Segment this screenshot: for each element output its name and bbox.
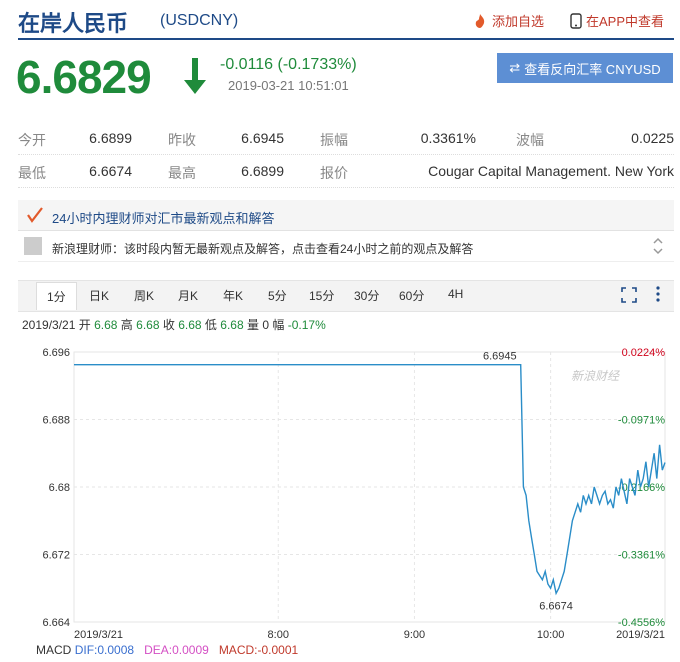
- ohlc-close-label: 收: [162, 318, 175, 332]
- ohlc-high-label: 高: [120, 318, 133, 332]
- amplitude-label: 振幅: [320, 132, 348, 148]
- high-annotation: 6.6945: [483, 351, 517, 363]
- stats-row: 最低 6.6674 最高 6.6899 报价 Cougar Capital Ma…: [18, 155, 674, 188]
- tab-4h[interactable]: 4H: [448, 287, 463, 301]
- wave-value: 0.0225: [631, 130, 674, 146]
- ohlc-close: 6.68: [178, 318, 202, 332]
- tab-1min[interactable]: 1分: [36, 282, 77, 310]
- flame-icon: [475, 13, 485, 28]
- macd-dea-label: DEA:: [144, 643, 173, 657]
- ohlc-high: 6.68: [136, 318, 160, 332]
- pct-tick-label: 0.0224%: [622, 347, 666, 359]
- view-in-app-button[interactable]: 在APP中查看: [570, 11, 664, 30]
- ohlc-low-label: 低: [204, 318, 217, 332]
- macd-value: -0.0001: [257, 643, 299, 657]
- pct-tick-label: -0.3361%: [618, 550, 665, 562]
- high-label: 最高: [168, 165, 196, 181]
- price-change: -0.0116 (-0.1733%): [220, 56, 357, 73]
- avatar: [24, 237, 42, 255]
- x-tick-label: 2019/3/21: [616, 629, 665, 641]
- macd-name: MACD: [36, 643, 72, 657]
- pct-tick-label: -0.0971%: [618, 415, 665, 427]
- tab-daily-k[interactable]: 日K: [89, 287, 109, 304]
- y-tick-label: 6.68: [49, 482, 70, 494]
- add-favorite-label: 添加自选: [492, 14, 545, 29]
- ohlc-date: 2019/3/21: [22, 318, 76, 332]
- currency-code: (USDCNY): [160, 12, 239, 29]
- macd-indicator: MACD DIF:0.0008 DEA:0.0009 MACD:-0.0001: [36, 643, 298, 657]
- x-tick-label: 10:00: [537, 629, 565, 641]
- phone-icon: [570, 12, 582, 29]
- quote-by-label: 报价: [320, 165, 348, 181]
- x-tick-label: 9:00: [404, 629, 425, 641]
- ohlc-low: 6.68: [220, 318, 244, 332]
- wave-label: 波幅: [516, 132, 544, 148]
- swap-icon: ⇄: [509, 60, 521, 75]
- y-tick-label: 6.672: [42, 550, 70, 562]
- ohlc-vol-label: 量: [246, 318, 259, 332]
- quote-by-value: Cougar Capital Management. New York: [428, 163, 674, 179]
- macd-dif: 0.0008: [97, 643, 135, 657]
- prev-close-label: 昨收: [168, 132, 196, 148]
- ohlc-amp-label: 幅: [272, 318, 285, 332]
- x-tick-label: 8:00: [268, 629, 289, 641]
- y-tick-label: 6.696: [42, 347, 70, 359]
- tab-monthly-k[interactable]: 月K: [178, 287, 198, 304]
- open-value: 6.6899: [89, 130, 132, 146]
- tab-5min[interactable]: 5分: [268, 287, 287, 304]
- ohlc-amp: -0.17%: [287, 318, 326, 332]
- more-options-icon[interactable]: [655, 285, 661, 303]
- tab-weekly-k[interactable]: 周K: [134, 287, 154, 304]
- trend-check-icon: [27, 207, 43, 223]
- tab-yearly-k[interactable]: 年K: [223, 287, 243, 304]
- prev-close-value: 6.6945: [241, 130, 284, 146]
- macd-dif-label: DIF:: [74, 643, 98, 657]
- y-tick-label: 6.688: [42, 415, 70, 427]
- macd-dea: 0.0009: [172, 643, 209, 657]
- price-chart[interactable]: 6.696 6.688 6.68 6.672 6.664 0.0224% -0.0971% -…: [0, 334, 680, 642]
- add-favorite-button[interactable]: 添加自选: [472, 11, 544, 30]
- high-value: 6.6899: [241, 163, 284, 179]
- tab-15min[interactable]: 15分: [309, 287, 334, 304]
- price-line: [74, 364, 666, 596]
- watermark: 新浪财经: [571, 369, 621, 383]
- macd-value-label: MACD:: [218, 643, 258, 657]
- ohlc-open-label: 开: [78, 318, 91, 332]
- reverse-rate-label: 查看反向汇率 CNYUSD: [524, 61, 661, 77]
- scroll-arrows-icon[interactable]: [651, 235, 665, 257]
- tab-60min[interactable]: 60分: [399, 287, 424, 304]
- ohlc-summary: 2019/3/21 开 6.68 高 6.68 收 6.68 低 6.68 量 …: [22, 316, 326, 333]
- y-tick-label: 6.664: [42, 617, 70, 629]
- x-tick-label: 2019/3/21: [74, 629, 123, 641]
- expert-title[interactable]: 24小时内理财师对汇市最新观点和解答: [52, 208, 274, 227]
- expert-message[interactable]: 新浪理财师：该时段内暂无最新观点及解答，点击查看24小时之前的观点及解答: [52, 240, 473, 257]
- fullscreen-icon[interactable]: [621, 287, 637, 303]
- reverse-rate-button[interactable]: ⇄ 查看反向汇率 CNYUSD: [497, 53, 673, 83]
- low-label: 最低: [18, 165, 46, 181]
- view-in-app-label: 在APP中查看: [586, 14, 665, 29]
- low-value: 6.6674: [89, 163, 132, 179]
- amplitude-value: 0.3361%: [420, 130, 476, 146]
- page-title: 在岸人民币: [18, 11, 129, 36]
- stats-row: 今开 6.6899 昨收 6.6945 振幅 0.3361% 波幅 0.0225: [18, 122, 674, 155]
- current-price: 6.6829: [16, 51, 152, 103]
- chart-tab-bar: [18, 280, 674, 312]
- ohlc-open: 6.68: [94, 318, 118, 332]
- open-label: 今开: [18, 132, 46, 148]
- header-divider: [18, 38, 674, 40]
- down-arrow-icon: [184, 58, 206, 94]
- ohlc-vol: 0: [262, 318, 270, 332]
- low-annotation: 6.6674: [539, 600, 573, 612]
- tab-30min[interactable]: 30分: [354, 287, 379, 304]
- quote-datetime: 2019-03-21 10:51:01: [228, 78, 349, 93]
- pct-tick-label: -0.4556%: [618, 617, 665, 629]
